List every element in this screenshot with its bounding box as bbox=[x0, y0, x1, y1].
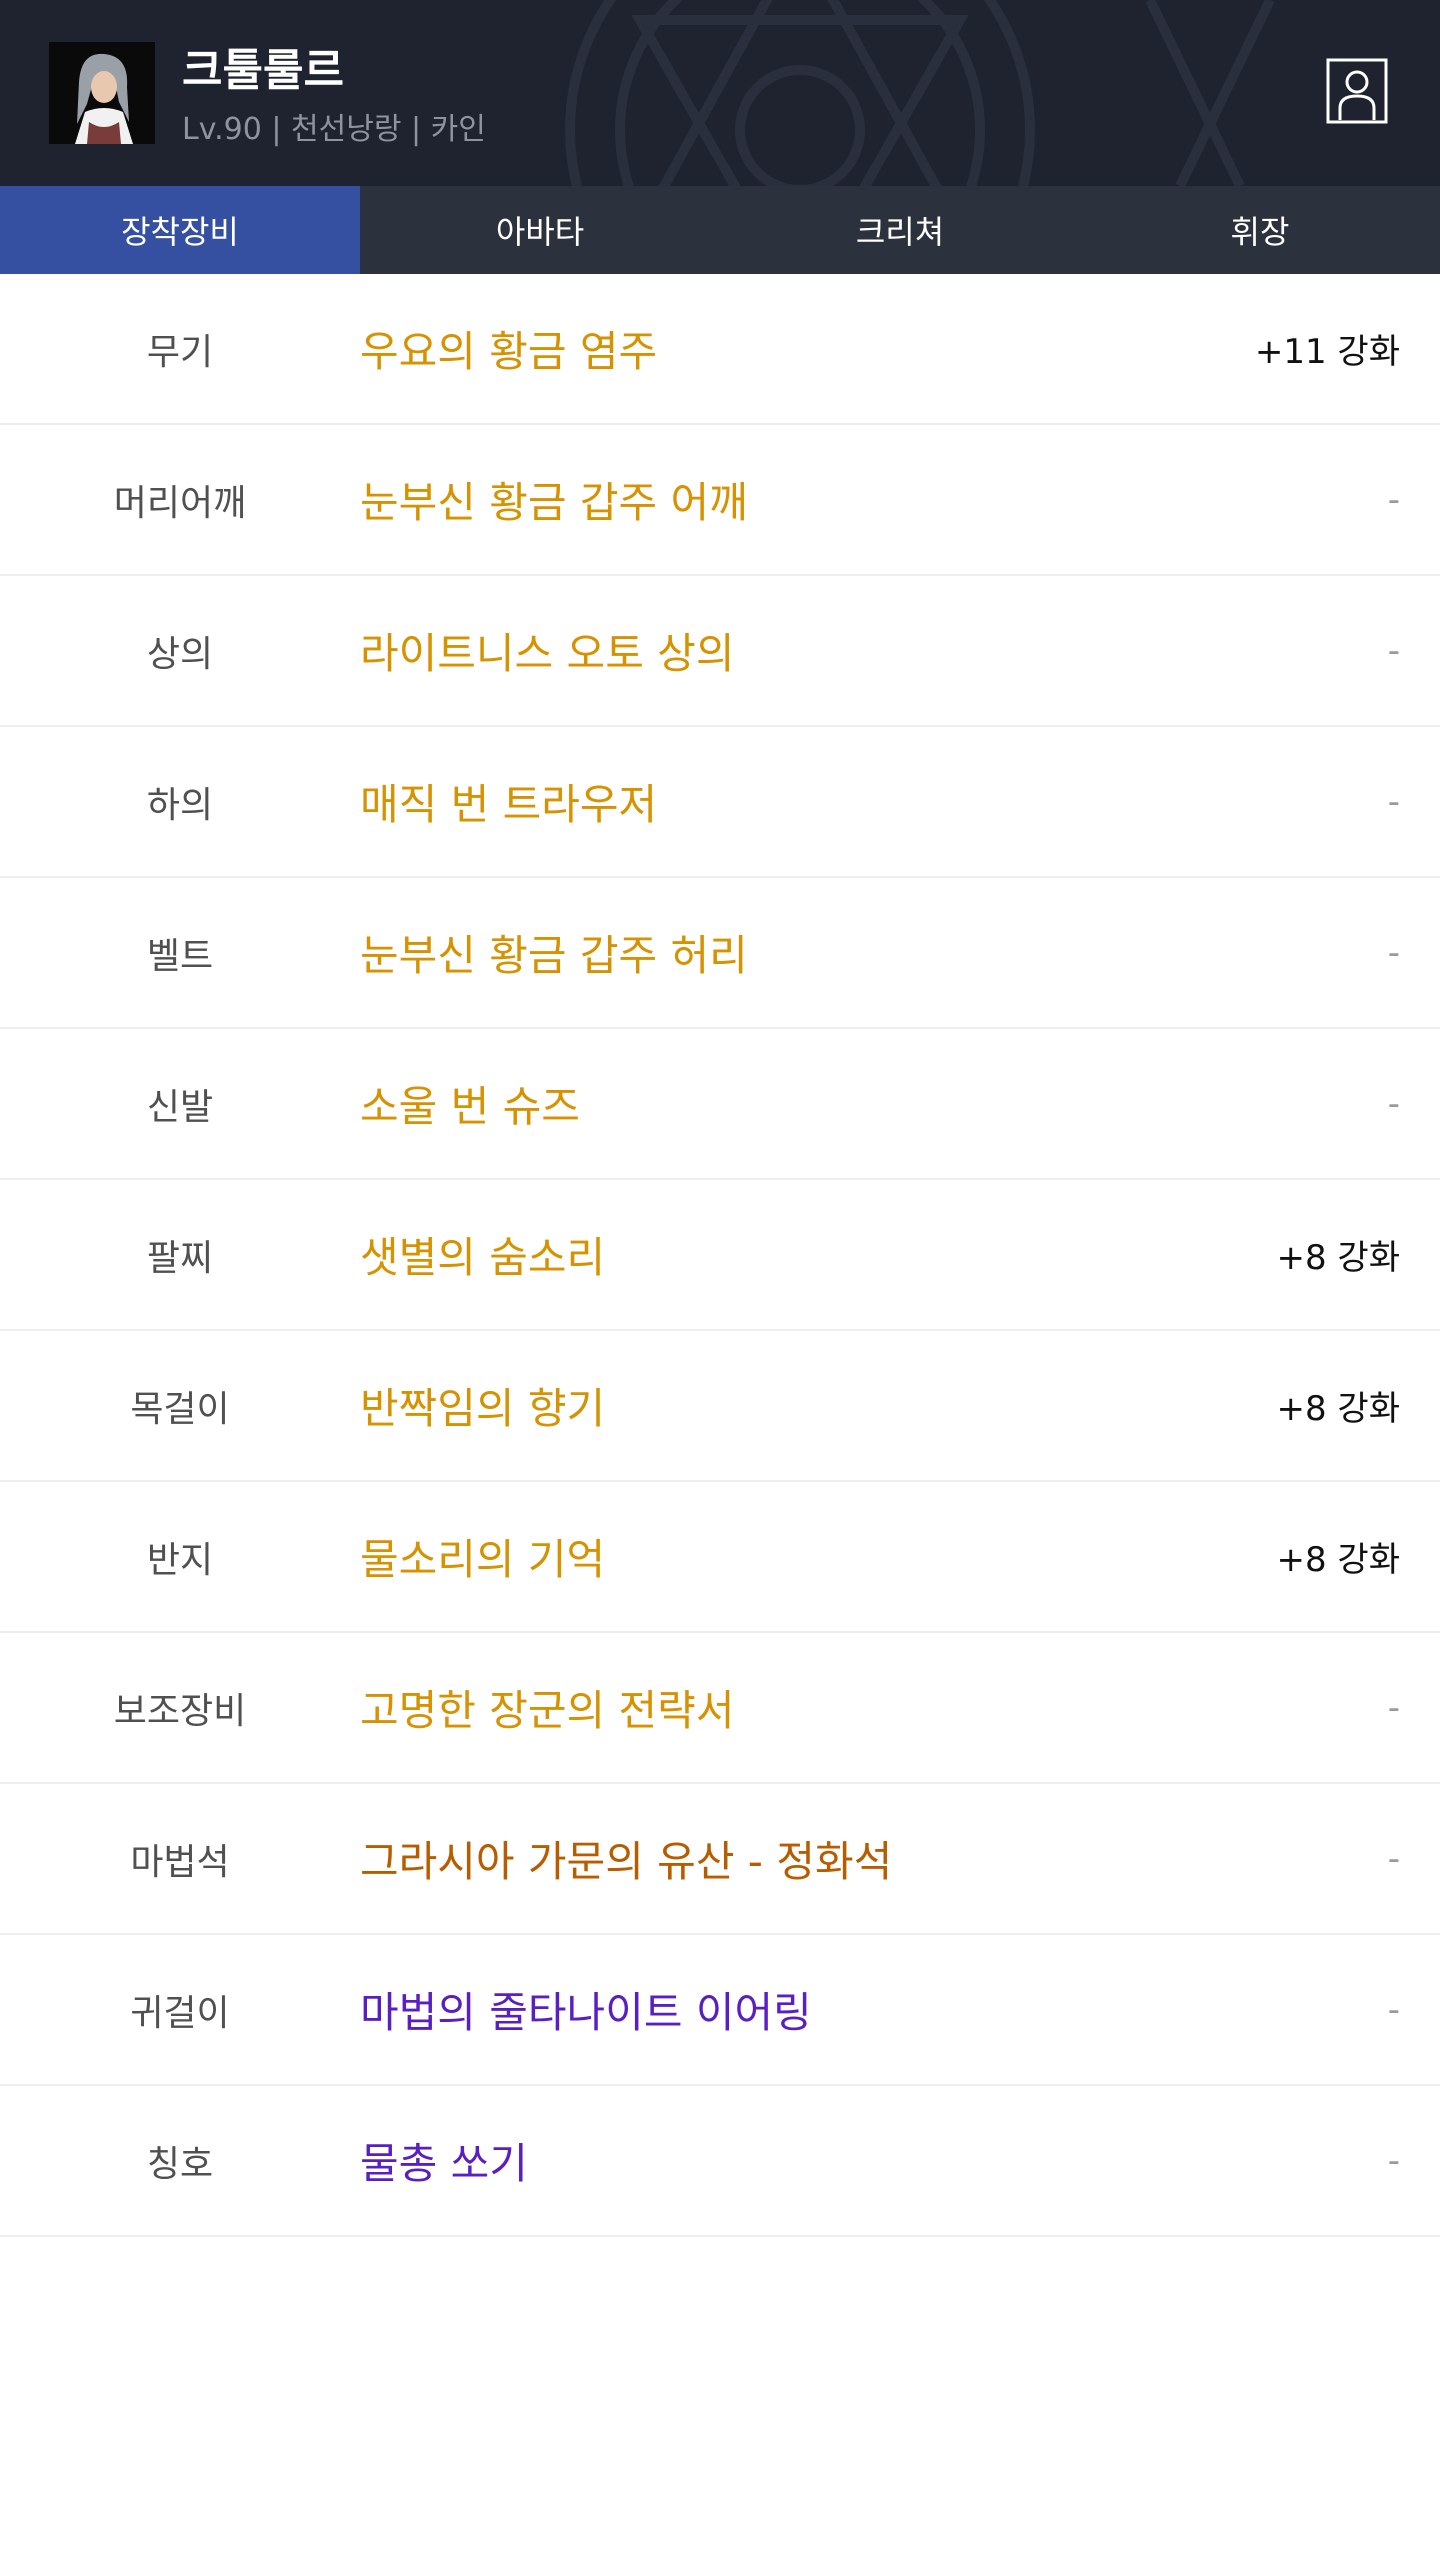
tab-bar: 장착장비 아바타 크리쳐 휘장 bbox=[0, 186, 1440, 274]
item-name: 물소리의 기억 bbox=[360, 1535, 606, 1584]
equipment-row[interactable]: 머리어깨 눈부신 황금 갑주 어깨 - bbox=[0, 425, 1440, 576]
equipment-row[interactable]: 보조장비 고명한 장군의 전략서 - bbox=[0, 1633, 1440, 1784]
slot-label: 벨트 bbox=[146, 935, 214, 977]
slot-label: 머리어깨 bbox=[113, 482, 247, 524]
slot-label: 하의 bbox=[146, 784, 214, 826]
enhance-level: - bbox=[1387, 630, 1400, 671]
equipment-row[interactable]: 목걸이 반짝임의 향기 +8 강화 bbox=[0, 1331, 1440, 1482]
tab-equipment[interactable]: 장착장비 bbox=[0, 186, 360, 274]
enhance-level: - bbox=[1387, 1083, 1400, 1124]
item-name: 물총 쏘기 bbox=[360, 2139, 528, 2188]
equipment-row[interactable]: 무기 우요의 황금 염주 +11 강화 bbox=[0, 274, 1440, 425]
slot-label: 목걸이 bbox=[130, 1388, 230, 1430]
item-name: 고명한 장군의 전략서 bbox=[360, 1686, 735, 1735]
enhance-level: - bbox=[1387, 1838, 1400, 1879]
enhance-level: - bbox=[1387, 1989, 1400, 2030]
slot-label: 마법석 bbox=[130, 1841, 230, 1883]
enhance-level: +11 강화 bbox=[1254, 332, 1400, 372]
slot-label: 반지 bbox=[146, 1539, 214, 1581]
enhance-level: - bbox=[1387, 479, 1400, 520]
slot-label: 귀걸이 bbox=[130, 1992, 230, 2034]
item-name: 매직 번 트라우저 bbox=[360, 780, 658, 829]
character-name: 크툴룰르 bbox=[182, 45, 344, 96]
item-name: 소울 번 슈즈 bbox=[360, 1082, 580, 1131]
item-name: 라이트니스 오토 상의 bbox=[360, 629, 735, 678]
slot-label: 보조장비 bbox=[113, 1690, 247, 1732]
item-name: 눈부신 황금 갑주 허리 bbox=[360, 931, 748, 980]
item-name: 우요의 황금 염주 bbox=[360, 327, 658, 376]
enhance-level: +8 강화 bbox=[1276, 1238, 1401, 1278]
slot-label: 칭호 bbox=[146, 2143, 214, 2185]
enhance-level: +8 강화 bbox=[1276, 1540, 1401, 1580]
slot-label: 무기 bbox=[146, 331, 214, 373]
enhance-level: - bbox=[1387, 781, 1400, 822]
item-name: 눈부신 황금 갑주 어깨 bbox=[360, 478, 748, 527]
item-name: 샛별의 숨소리 bbox=[360, 1233, 606, 1282]
item-name: 마법의 줄타나이트 이어링 bbox=[360, 1988, 812, 2037]
tab-avatar[interactable]: 아바타 bbox=[360, 186, 720, 274]
person-icon bbox=[1326, 58, 1388, 124]
equipment-row[interactable]: 칭호 물총 쏘기 - bbox=[0, 2086, 1440, 2237]
profile-button[interactable] bbox=[1326, 58, 1388, 124]
equipment-list: 무기 우요의 황금 염주 +11 강화 머리어깨 눈부신 황금 갑주 어깨 - … bbox=[0, 274, 1440, 2237]
item-name: 반짝임의 향기 bbox=[360, 1384, 606, 1433]
slot-label: 팔찌 bbox=[146, 1237, 214, 1279]
enhance-level: - bbox=[1387, 2140, 1400, 2181]
equipment-row[interactable]: 하의 매직 번 트라우저 - bbox=[0, 727, 1440, 878]
character-subtitle: Lv.90 | 천선낭랑 | 카인 bbox=[182, 112, 486, 147]
tab-creature[interactable]: 크리쳐 bbox=[720, 186, 1080, 274]
equipment-row[interactable]: 벨트 눈부신 황금 갑주 허리 - bbox=[0, 878, 1440, 1029]
equipment-row[interactable]: 상의 라이트니스 오토 상의 - bbox=[0, 576, 1440, 727]
enhance-level: +8 강화 bbox=[1276, 1389, 1401, 1429]
enhance-level: - bbox=[1387, 932, 1400, 973]
slot-label: 신발 bbox=[146, 1086, 214, 1128]
enhance-level: - bbox=[1387, 1687, 1400, 1728]
equipment-row[interactable]: 팔찌 샛별의 숨소리 +8 강화 bbox=[0, 1180, 1440, 1331]
equipment-row[interactable]: 반지 물소리의 기억 +8 강화 bbox=[0, 1482, 1440, 1633]
equipment-row[interactable]: 마법석 그라시아 가문의 유산 - 정화석 - bbox=[0, 1784, 1440, 1935]
character-avatar bbox=[49, 42, 155, 144]
equipment-row[interactable]: 귀걸이 마법의 줄타나이트 이어링 - bbox=[0, 1935, 1440, 2086]
item-name: 그라시아 가문의 유산 - 정화석 bbox=[360, 1837, 893, 1886]
tab-insignia[interactable]: 휘장 bbox=[1080, 186, 1440, 274]
slot-label: 상의 bbox=[146, 633, 214, 675]
equipment-row[interactable]: 신발 소울 번 슈즈 - bbox=[0, 1029, 1440, 1180]
character-header: 크툴룰르 Lv.90 | 천선낭랑 | 카인 bbox=[0, 0, 1440, 186]
